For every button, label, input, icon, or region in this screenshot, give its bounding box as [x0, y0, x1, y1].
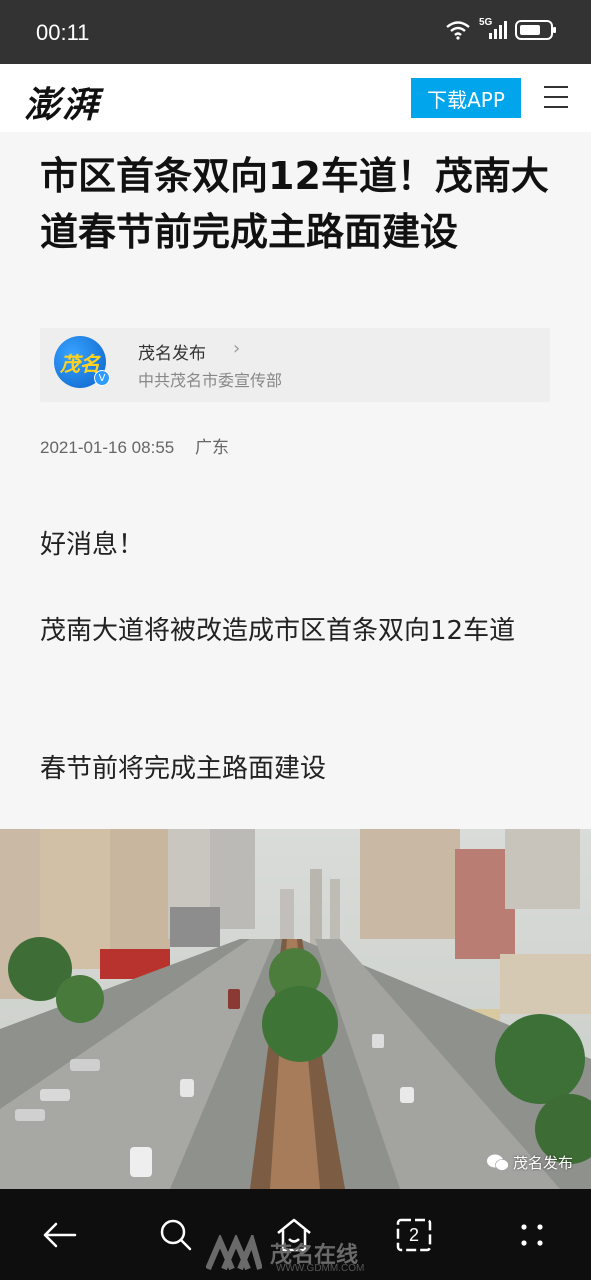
site-logo[interactable]: 澎湃 — [24, 76, 100, 128]
site-logo-icon — [206, 1235, 262, 1271]
signal-icon: 5G — [479, 17, 507, 40]
battery-icon — [515, 20, 556, 40]
author-description: 中共茂名市委宣传部 — [138, 371, 283, 390]
status-time: 00:11 — [36, 20, 90, 45]
author-card[interactable]: 茂名 V 茂名发布 › 中共茂名市委宣传部 — [40, 328, 550, 402]
status-bar: 00:11 5G — [0, 0, 591, 64]
article-paragraph: 好消息！ — [40, 530, 145, 560]
article-title: 市区首条双向12车道！茂南大道春节前完成主路面建设 — [40, 154, 549, 254]
tabs-button[interactable]: 2 — [392, 1213, 436, 1257]
post-date: 2021-01-16 08:55 — [40, 438, 175, 457]
site-url: WWW.GDMM.COM — [276, 1263, 365, 1274]
bottom-navigation: 2 茂名在线 WWW.GDMM.COM — [0, 1189, 591, 1280]
article-photo: 茂名发布 — [0, 829, 591, 1189]
photo-watermark: 茂名发布 — [486, 1152, 573, 1173]
menu-icon[interactable] — [544, 86, 568, 108]
article-paragraph: 茂南大道将被改造成市区首条双向12车道 — [40, 616, 516, 646]
download-app-button[interactable]: 下载APP — [411, 78, 521, 118]
search-button[interactable] — [154, 1213, 198, 1257]
wechat-icon — [486, 1154, 509, 1171]
watermark-text: 茂名发布 — [512, 1154, 573, 1172]
wifi-icon — [446, 21, 470, 40]
status-icons: 5G — [445, 17, 556, 40]
post-meta: 2021-01-16 08:55 广东 — [40, 433, 245, 458]
article-paragraph: 春节前将完成主路面建设 — [40, 754, 327, 784]
post-location: 广东 — [194, 438, 229, 457]
more-dots-icon — [521, 1224, 543, 1246]
chevron-right-icon: › — [233, 338, 241, 359]
road-aerial-image — [0, 829, 591, 1189]
more-button[interactable] — [510, 1213, 554, 1257]
back-button[interactable] — [37, 1213, 81, 1257]
back-arrow-icon — [43, 1222, 77, 1248]
tab-count: 2 — [408, 1224, 419, 1245]
app-header: 澎湃 下载APP — [0, 64, 591, 132]
verified-icon: V — [94, 370, 110, 386]
author-name: 茂名发布 — [138, 344, 206, 364]
search-icon — [160, 1219, 192, 1251]
